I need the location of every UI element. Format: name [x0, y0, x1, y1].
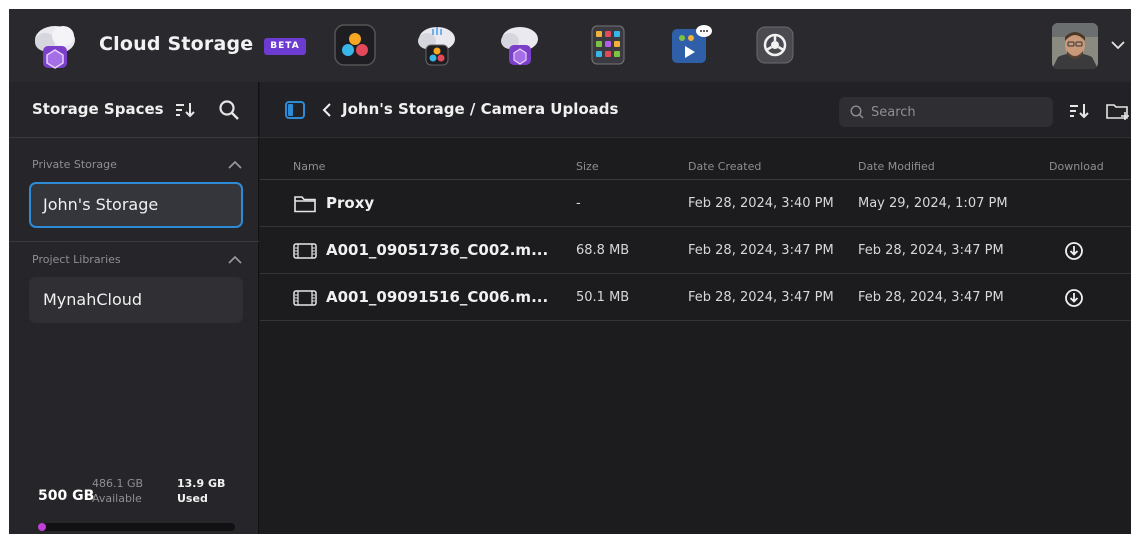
chevron-up-icon[interactable] [226, 158, 244, 172]
table-row[interactable]: A001_09051736_C002.m... 68.8 MB Feb 28, … [260, 228, 1131, 274]
breadcrumb[interactable]: John's Storage / Camera Uploads [342, 100, 618, 118]
table-row[interactable]: A001_09091516_C006.m... 50.1 MB Feb 28, … [260, 275, 1131, 321]
sidebar-header: Storage Spaces [9, 82, 259, 138]
table-row[interactable]: Proxy - Feb 28, 2024, 3:40 PM May 29, 20… [260, 181, 1131, 227]
sidebar-item-mynahcloud[interactable]: MynahCloud [29, 277, 243, 323]
capacity-bar [38, 523, 235, 531]
video-file-icon [293, 243, 317, 259]
cloud-sync-icon[interactable] [415, 23, 459, 67]
file-name[interactable]: A001_09051736_C002.m... [326, 241, 548, 259]
sidebar: Storage Spaces Private Storage John's St… [9, 82, 259, 534]
file-size: - [576, 196, 581, 211]
search-icon [850, 105, 864, 119]
column-header-download: Download [1049, 160, 1104, 173]
file-date-created: Feb 28, 2024, 3:40 PM [688, 196, 834, 211]
section-label-private-storage: Private Storage [32, 158, 117, 171]
user-photo-icon [1052, 23, 1098, 69]
settings-icon[interactable] [753, 23, 797, 67]
sidebar-title: Storage Spaces [32, 100, 164, 118]
capacity-available-label: Available [92, 492, 142, 505]
chevron-down-icon[interactable] [1108, 35, 1128, 55]
sort-icon[interactable] [174, 100, 196, 120]
file-date-created: Feb 28, 2024, 3:47 PM [688, 290, 834, 305]
cloud-storage-icon[interactable] [498, 23, 542, 67]
cloud-storage-logo-icon[interactable] [33, 22, 77, 70]
file-size: 68.8 MB [576, 243, 630, 258]
search-field[interactable] [839, 97, 1053, 127]
capacity-used-label: Used [177, 492, 208, 505]
sort-icon[interactable] [1068, 102, 1090, 120]
section-label-project-libraries: Project Libraries [32, 253, 121, 266]
capacity-used-value: 13.9 GB [177, 477, 226, 490]
column-header-date-modified[interactable]: Date Modified [858, 160, 935, 173]
column-header-name[interactable]: Name [293, 160, 325, 173]
section-divider [9, 241, 259, 242]
app-title: Cloud Storage [99, 33, 254, 55]
color-panel-icon[interactable] [586, 23, 630, 67]
search-icon[interactable] [218, 99, 240, 121]
file-date-modified: Feb 28, 2024, 3:47 PM [858, 290, 1004, 305]
top-bar: Cloud Storage BETA [9, 9, 1131, 82]
cloud-storage-window: Cloud Storage BETA Storage Spaces Privat… [9, 9, 1131, 534]
file-browser-header: John's Storage / Camera Uploads [260, 82, 1131, 138]
file-date-created: Feb 28, 2024, 3:47 PM [688, 243, 834, 258]
column-header-size[interactable]: Size [576, 160, 599, 173]
beta-badge: BETA [264, 38, 306, 55]
table-header: Name Size Date Created Date Modified Dow… [260, 150, 1131, 180]
back-chevron-icon[interactable] [320, 101, 334, 119]
capacity-total: 500 GB [38, 488, 95, 504]
new-folder-icon[interactable] [1105, 101, 1131, 121]
column-header-date-created[interactable]: Date Created [688, 160, 761, 173]
sidebar-item-johns-storage[interactable]: John's Storage [29, 182, 243, 228]
capacity-available-value: 486.1 GB [92, 477, 144, 490]
file-date-modified: Feb 28, 2024, 3:47 PM [858, 243, 1004, 258]
avatar[interactable] [1052, 23, 1098, 69]
chevron-up-icon[interactable] [226, 253, 244, 267]
sidebar-toggle-icon[interactable] [285, 101, 305, 119]
folder-icon [294, 196, 316, 213]
file-name[interactable]: Proxy [326, 194, 374, 212]
download-icon[interactable] [1064, 241, 1084, 261]
video-file-icon [293, 290, 317, 306]
search-input[interactable] [871, 97, 1041, 127]
file-size: 50.1 MB [576, 290, 630, 305]
capacity-bar-fill [38, 523, 46, 531]
davinci-resolve-icon[interactable] [333, 23, 377, 67]
file-name[interactable]: A001_09091516_C006.m... [326, 288, 548, 306]
presentations-icon[interactable] [669, 23, 713, 67]
file-date-modified: May 29, 2024, 1:07 PM [858, 196, 1008, 211]
file-browser: John's Storage / Camera Uploads Name Siz… [260, 82, 1131, 534]
download-icon[interactable] [1064, 288, 1084, 308]
